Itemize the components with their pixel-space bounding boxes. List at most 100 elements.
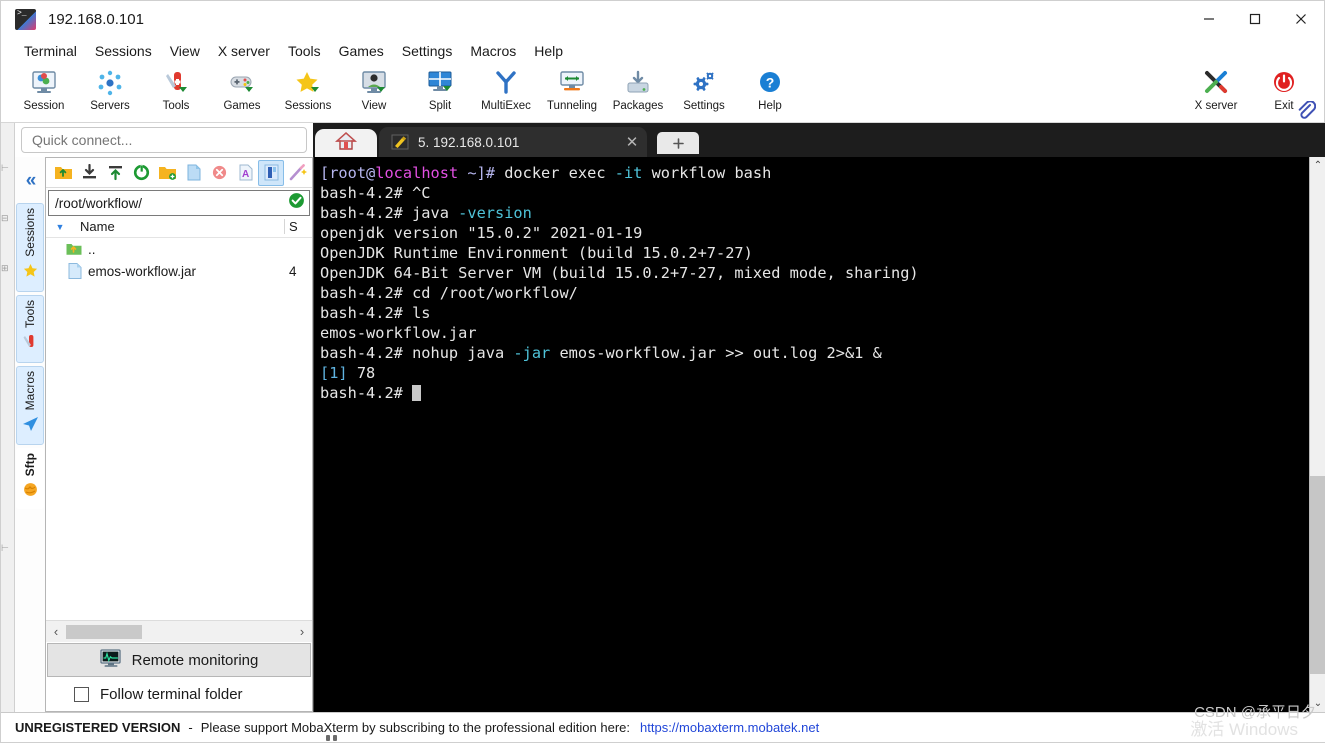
title-bar: 192.168.0.101 — [1, 1, 1324, 37]
hscroll-left-arrow[interactable]: ‹ — [46, 624, 66, 639]
sort-desc-icon[interactable]: ▼ — [46, 222, 74, 232]
session-tab-192-168-0-101[interactable]: 5. 192.168.0.101 ✕ — [379, 127, 647, 157]
terminal-line: [root@localhost ~]# docker exec -it work… — [320, 163, 1309, 183]
panel-splitter-handle[interactable] — [311, 734, 351, 742]
hscroll-track[interactable] — [66, 624, 292, 639]
terminal-line: bash-4.2# cd /root/workflow/ — [320, 283, 1309, 303]
terminal-line: bash-4.2# java -version — [320, 203, 1309, 223]
view-icon — [360, 67, 388, 99]
status-message: Please support MobaXterm by subscribing … — [200, 720, 631, 735]
toolbar-view[interactable]: View — [341, 65, 407, 112]
terminal-line: bash-4.2# ^C — [320, 183, 1309, 203]
toolbar-packages[interactable]: Packages — [605, 65, 671, 112]
packages-icon — [624, 67, 652, 99]
hscroll-right-arrow[interactable]: › — [292, 624, 312, 639]
menu-help[interactable]: Help — [525, 39, 572, 63]
maximize-button[interactable] — [1232, 1, 1278, 37]
file-name: .. — [88, 241, 96, 257]
follow-terminal-folder-row: Follow terminal folder — [46, 677, 312, 711]
refresh-icon[interactable] — [128, 160, 154, 186]
edit-wand-icon[interactable] — [284, 160, 310, 186]
menu-bar: Terminal Sessions View X server Tools Ga… — [1, 37, 1324, 65]
terminal-text: [root@ — [320, 164, 376, 182]
text-mode-icon[interactable]: A — [232, 160, 258, 186]
toolbar-session[interactable]: Session — [11, 65, 77, 112]
terminal-text: bash-4.2# cd /root/workflow/ — [320, 284, 578, 302]
toolbar-games[interactable]: Games — [209, 65, 275, 112]
mobaxterm-website-link[interactable]: https://mobaxterm.mobatek.net — [640, 720, 819, 735]
scroll-thumb[interactable] — [1309, 476, 1325, 675]
terminal-vertical-scrollbar[interactable]: ⌃ ⌄ — [1309, 157, 1325, 712]
column-header-size[interactable]: S — [284, 219, 312, 234]
new-folder-icon[interactable] — [154, 160, 180, 186]
sftp-path-input[interactable] — [55, 195, 288, 211]
sidebar-item-tools[interactable]: Tools — [16, 294, 44, 363]
table-row[interactable]: .. — [46, 238, 312, 260]
sidebar-item-sftp[interactable]: Sftp — [16, 448, 44, 510]
servers-icon — [96, 67, 124, 99]
home-tab[interactable] — [315, 129, 377, 157]
quick-connect-input[interactable] — [21, 127, 307, 153]
terminal-screen[interactable]: [root@localhost ~]# docker exec -it work… — [314, 157, 1309, 712]
toolbar-tunneling[interactable]: Tunneling — [539, 65, 605, 112]
terminal-text: -version — [458, 204, 532, 222]
follow-terminal-folder-checkbox[interactable] — [74, 686, 89, 702]
terminal-line: openjdk version "15.0.2" 2021-01-19 — [320, 223, 1309, 243]
column-header-name[interactable]: Name — [74, 219, 284, 234]
sidebar-vertical-tabs: « Sessions Tools Macros Sftp — [15, 157, 45, 712]
toolbar-multiexec[interactable]: MultiExec — [473, 65, 539, 112]
menu-settings[interactable]: Settings — [393, 39, 462, 63]
toolbar-x-server[interactable]: X server — [1182, 65, 1250, 112]
toolbar-settings[interactable]: Settings — [671, 65, 737, 112]
download-icon[interactable] — [76, 160, 102, 186]
menu-x-server[interactable]: X server — [209, 39, 279, 63]
paperclip-icon[interactable] — [1296, 100, 1317, 126]
scroll-track[interactable] — [1309, 174, 1325, 695]
binary-mode-icon[interactable] — [258, 159, 284, 186]
terminal-text: 78 — [347, 364, 376, 382]
terminal-text: localhost — [375, 164, 459, 182]
menu-view[interactable]: View — [161, 39, 209, 63]
terminal-text: openjdk version "15.0.2" 2021-01-19 — [320, 224, 643, 242]
check-circle-icon — [288, 192, 305, 214]
close-button[interactable] — [1278, 1, 1324, 37]
collapse-sidebar-button[interactable]: « — [15, 159, 45, 203]
sidebar-item-sessions[interactable]: Sessions — [16, 203, 44, 292]
sidebar-item-sftp-label: Sftp — [23, 453, 37, 477]
terminal-text: OpenJDK Runtime Environment (build 15.0.… — [320, 244, 753, 262]
menu-terminal[interactable]: Terminal — [15, 39, 86, 63]
scroll-up-arrow[interactable]: ⌃ — [1310, 157, 1325, 174]
upload-icon[interactable] — [102, 160, 128, 186]
menu-sessions[interactable]: Sessions — [86, 39, 161, 63]
table-row[interactable]: emos-workflow.jar 4 — [46, 260, 312, 282]
close-icon[interactable]: ✕ — [621, 133, 643, 151]
scroll-down-arrow[interactable]: ⌄ — [1310, 695, 1325, 712]
toolbar-packages-label: Packages — [612, 100, 664, 112]
toolbar-tools[interactable]: Tools — [143, 65, 209, 112]
parent-folder-icon — [46, 242, 88, 256]
new-file-icon[interactable] — [180, 160, 206, 186]
file-list-horizontal-scrollbar[interactable]: ‹ › — [46, 620, 312, 642]
go-up-folder-icon[interactable] — [50, 160, 76, 186]
toolbar-servers[interactable]: Servers — [77, 65, 143, 112]
file-list-header: ▼ Name S — [46, 216, 312, 238]
toolbar-help[interactable]: ? Help — [737, 65, 803, 112]
terminal-text: -jar — [513, 344, 551, 362]
toolbar-sessions[interactable]: Sessions — [275, 65, 341, 112]
minimize-button[interactable] — [1186, 1, 1232, 37]
hscroll-thumb[interactable] — [66, 624, 142, 639]
terminal-text: bash-4.2# ^C — [320, 184, 431, 202]
toolbar-split[interactable]: Split — [407, 65, 473, 112]
unregistered-version-label: UNREGISTERED VERSION — [15, 720, 181, 735]
remote-monitoring-button[interactable]: Remote monitoring — [47, 643, 311, 677]
delete-icon[interactable] — [206, 160, 232, 186]
terminal-cursor — [412, 385, 422, 401]
menu-tools[interactable]: Tools — [279, 39, 330, 63]
mobaxterm-icon — [15, 8, 36, 30]
toolbar-view-label: View — [361, 100, 387, 112]
sidebar-item-macros[interactable]: Macros — [16, 365, 44, 446]
menu-macros[interactable]: Macros — [461, 39, 525, 63]
menu-games[interactable]: Games — [330, 39, 393, 63]
new-tab-button[interactable] — [657, 132, 699, 154]
sidebar-item-macros-label: Macros — [23, 370, 37, 411]
